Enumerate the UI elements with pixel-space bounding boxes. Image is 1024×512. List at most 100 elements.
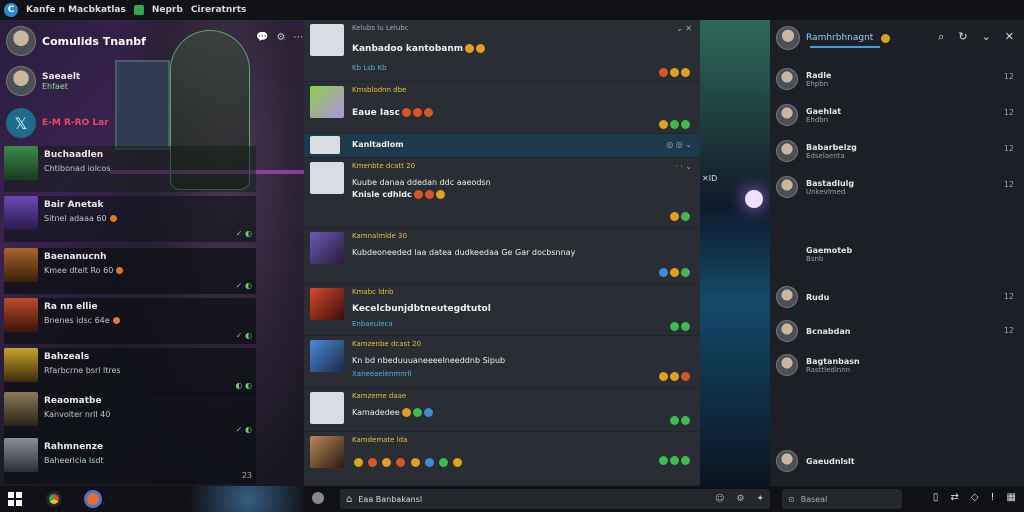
list-item[interactable]: Baenanucnh Kmee dtelt Ro 60 ✓ ◐ (4, 248, 256, 294)
member-row[interactable]: Gaeudnlslt (776, 450, 855, 472)
settings-icon[interactable]: ⚙ (736, 494, 744, 504)
diamond-icon[interactable]: ◇ (971, 492, 979, 503)
member-row[interactable]: Babarbelzg Edselaenta (776, 140, 857, 162)
message[interactable]: Kamnalmlde 30 Kubdeoneeded laa datea dud… (304, 228, 700, 284)
refresh-icon[interactable]: ↻ (958, 30, 967, 44)
list-item[interactable]: Ra nn ellie Bnenes idsc 64e ✓ ◐ (4, 298, 256, 344)
x-logo-icon: 𝕏 (6, 108, 36, 138)
message-body: Kecelcbunjdbtneutegdtutol (352, 304, 491, 314)
avatar (776, 104, 798, 126)
more-icon[interactable]: ⋯ (293, 32, 303, 43)
x-row[interactable]: 𝕏 E-M R-RO Lar (6, 108, 109, 138)
chrome-icon[interactable] (46, 491, 62, 507)
message-link[interactable]: Kb Lsb Kb (352, 64, 387, 72)
chat-meta: ✓ ◐ (235, 229, 252, 238)
emoji-icon (368, 458, 378, 467)
emoji-icon (476, 44, 486, 53)
members-title: Ramhrbhnagnt (806, 33, 874, 43)
member-sub: Ehdbn (806, 115, 829, 124)
member-row[interactable]: Bcnabdan (776, 320, 850, 342)
message-link[interactable]: Enbaeuleca (352, 320, 393, 328)
chat-preview: Chtibonad iolcos (44, 164, 111, 173)
member-row[interactable]: Gaehlat Ehdbn (776, 104, 841, 126)
list-item[interactable]: Buchaadlen Chtibonad iolcos (4, 146, 256, 192)
message-author: Kmabc ldnb (352, 288, 394, 296)
windows-start-icon[interactable] (8, 492, 22, 506)
message[interactable]: Kmsblodnn dbe Eaue Iasc (304, 82, 700, 134)
message[interactable]: Kamdemate lda (304, 432, 700, 486)
reactions[interactable] (668, 322, 690, 331)
list-item[interactable]: Rahmnenze Baheerlcia Isdt 23 (4, 438, 256, 484)
heart-icon[interactable] (312, 492, 324, 504)
taskbar-glow (164, 486, 304, 512)
message[interactable]: Kelubs lu Lelubc Kanbadoo kantobanm Kb L… (304, 20, 700, 82)
artwork-strip: ✕ID (700, 20, 770, 486)
orange-dot-icon (112, 317, 120, 324)
message-body: Kuube danaa ddedan ddc aaeodsn (352, 178, 491, 187)
reactions[interactable] (657, 456, 690, 465)
member-row[interactable]: Gaemoteb Bsnb (776, 246, 852, 263)
emoji-icon (681, 68, 690, 77)
message-actions[interactable]: · · ⌄ (675, 162, 692, 171)
emoji-icon (412, 408, 422, 417)
list-item[interactable]: Reaomatbe Kanvolter nrll 40 ✓ ◐ (4, 392, 256, 438)
search-icon[interactable]: ⌕ (938, 30, 944, 44)
firefox-icon[interactable] (84, 490, 102, 508)
reactions[interactable] (657, 372, 690, 381)
emoji-icon (401, 108, 411, 117)
reactions[interactable] (657, 68, 690, 77)
green-square-icon (133, 5, 144, 15)
emoji-icon (670, 212, 679, 221)
info-icon[interactable]: ! (991, 492, 995, 503)
message-highlighted[interactable]: Kanltadlom ◎ ◎ ⌄ (304, 134, 700, 158)
member-row[interactable]: Rudu (776, 286, 829, 308)
avatar[interactable] (6, 26, 36, 56)
message-thumbnail (310, 136, 340, 154)
member-time: 12 (1003, 144, 1014, 153)
chevron-down-icon[interactable]: ⌄ (982, 30, 991, 44)
tab-1[interactable]: Neprb (152, 5, 183, 15)
emoji-icon (681, 456, 690, 465)
emoji-icon (670, 68, 679, 77)
member-row[interactable]: Bastadlulg Unkevlmed (776, 176, 854, 198)
message[interactable]: Kmabc ldnb Kecelcbunjdbtneutegdtutol Enb… (304, 284, 700, 336)
reactions[interactable] (668, 212, 690, 221)
message-link[interactable]: Xaneeaelenmnrll (352, 370, 411, 378)
message-author: Kmsblodnn dbe (352, 86, 407, 94)
reactions[interactable] (657, 120, 690, 129)
document-icon[interactable]: ▯ (933, 492, 939, 503)
search-input[interactable]: ⊙ Baseal (782, 489, 902, 509)
search-label: Baseal (800, 494, 828, 504)
gear-icon[interactable]: ⚙ (276, 32, 285, 43)
tab-2[interactable]: Cireratnrts (191, 5, 247, 15)
chat-meta: ◐ ◐ (235, 381, 252, 390)
message[interactable]: Kmenbte dcatt 20 Kuube danaa ddedan ddc … (304, 158, 700, 228)
reactions[interactable] (657, 268, 690, 277)
member-row[interactable]: Radle Ehpbn (776, 68, 831, 90)
reactions[interactable] (668, 416, 690, 425)
close-icon[interactable]: ✕ (1005, 30, 1014, 44)
emoji-icon (670, 372, 679, 381)
member-row[interactable]: Bagtanbasn Rasttledlnnn (776, 354, 860, 376)
x-label: E-M R-RO Lar (42, 118, 109, 128)
message-thumbnail (310, 288, 344, 320)
message[interactable]: Kamzeme daae Kamadedee (304, 388, 700, 432)
emoji-icon (413, 190, 423, 199)
message-actions[interactable]: ◎ ◎ ⌄ (666, 140, 692, 149)
list-item[interactable]: Bair Anetak Sitnel adaaa 60 ✓ ◐ (4, 196, 256, 242)
share-icon[interactable]: ⇄ (950, 492, 958, 503)
message-composer[interactable]: ⌂ Eaa Banbakansl ☺ ⚙ ✦ (340, 489, 770, 509)
attach-icon[interactable]: ✦ (756, 494, 764, 504)
grid-icon[interactable]: ▦ (1007, 492, 1016, 503)
emoji-icon (410, 458, 420, 467)
avatar (776, 68, 798, 90)
message[interactable]: Kamzenbe dcast 20 Kn bd nbeduuuaneeeelne… (304, 336, 700, 388)
list-item[interactable]: Bahzeals Rfarbcrne bsrl ltres ◐ ◐ (4, 348, 256, 394)
chat-icon[interactable]: 💬 (256, 32, 268, 43)
chat-meta: ✓ ◐ (235, 331, 252, 340)
emoji-icon[interactable]: ☺ (715, 494, 724, 504)
profile-row[interactable]: Saeaelt Ehfaet (6, 66, 80, 96)
chat-name: Bair Anetak (44, 200, 104, 210)
avatar[interactable] (776, 26, 800, 50)
message-actions[interactable]: ⌄ ✕ (676, 24, 692, 33)
